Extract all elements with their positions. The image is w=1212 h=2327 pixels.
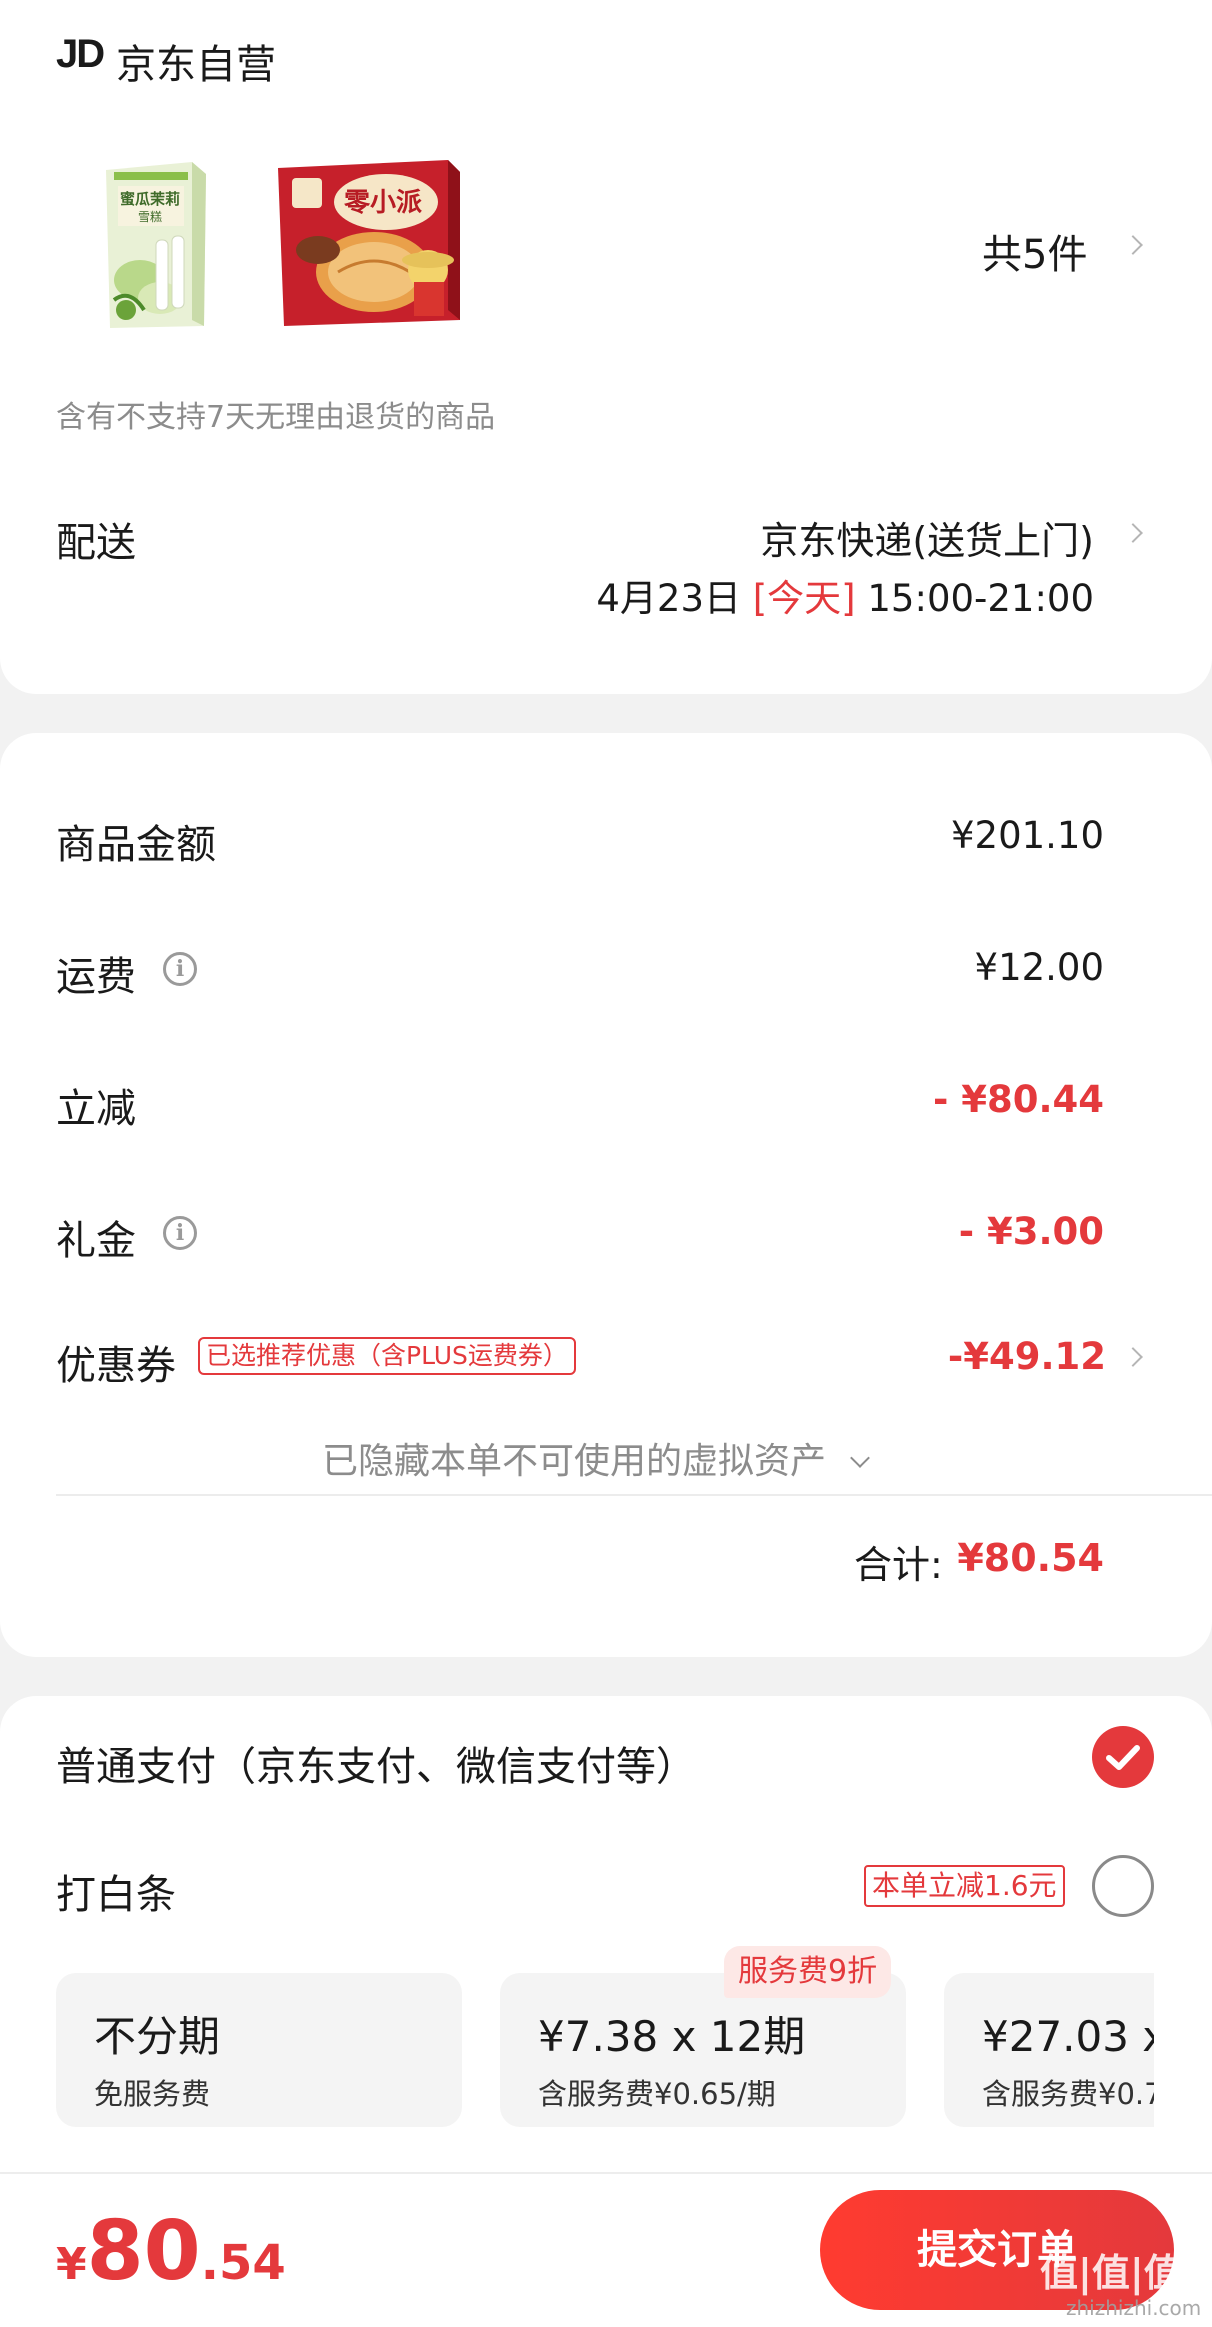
delivery-time-window: 15:00-21:00: [867, 577, 1094, 620]
baitiao-label[interactable]: 打白条: [56, 1862, 176, 1920]
delivery-today-tag: [今天]: [752, 577, 856, 620]
footer-currency: ¥: [56, 2239, 87, 2290]
return-policy-notice: 含有不支持7天无理由退货的商品: [56, 400, 496, 435]
shipping-info-icon[interactable]: i: [163, 952, 197, 986]
subtotal-label: 商品金额: [56, 822, 216, 868]
footer-amount-dec: .54: [200, 2235, 286, 2291]
price-divider: [56, 1494, 1212, 1496]
coupon-recommended-tag[interactable]: 已选推荐优惠（含PLUS运费券）: [198, 1337, 576, 1375]
service-fee-badge: 服务费9折: [724, 1946, 892, 1998]
installment-none-main: 不分期: [94, 2012, 221, 2061]
delivery-method[interactable]: 京东快递(送货上门): [760, 510, 1094, 565]
installment-option-none[interactable]: 不分期 免服务费: [56, 1973, 462, 2127]
delivery-time-row[interactable]: 4月23日 [今天] 15:00-21:00: [596, 568, 1094, 622]
installment-scroll-clip: ¥27.03 x 3期 含服务费¥0.72/期: [944, 1973, 1154, 2127]
product-lingxiaopai-label: 零小派: [344, 188, 423, 218]
product-image-lingxiaopai[interactable]: 零小派: [278, 160, 460, 326]
installment-none-sub: 免服务费: [94, 2077, 211, 2111]
check-icon: [1106, 1745, 1140, 1770]
hidden-assets-text: 已隐藏本单不可使用的虚拟资产: [322, 1441, 827, 1482]
hidden-assets-toggle[interactable]: 已隐藏本单不可使用的虚拟资产: [322, 1432, 871, 1484]
jd-logo: JD: [56, 32, 105, 76]
installment-option-3[interactable]: ¥27.03 x 3期 含服务费¥0.72/期: [944, 1973, 1154, 2127]
total-value: ¥80.54: [957, 1536, 1104, 1580]
instant-discount-value: - ¥80.44: [932, 1078, 1104, 1121]
product-image-melon[interactable]: 蜜瓜茉莉 雪糕: [100, 160, 210, 330]
installment-3-main: ¥27.03 x 3期: [982, 2012, 1154, 2061]
coupon-value[interactable]: -¥49.12: [948, 1335, 1106, 1378]
gift-money-label: 礼金: [56, 1218, 136, 1264]
price-card: [0, 733, 1212, 1657]
total-label: 合计:: [854, 1543, 943, 1587]
product-melon-label: 蜜瓜茉莉: [120, 190, 181, 208]
watermark-url: zhizhizhi.com: [1066, 2296, 1202, 2320]
installment-12-main: ¥7.38 x 12期: [538, 2012, 806, 2061]
normal-payment-checkbox[interactable]: [1092, 1726, 1154, 1788]
gift-money-value: - ¥3.00: [958, 1210, 1104, 1253]
watermark-logo: 值|值|值: [1040, 2251, 1182, 2295]
delivery-date: 4月23日: [596, 577, 741, 620]
footer-total: ¥80.54: [56, 2204, 286, 2299]
instant-discount-label: 立减: [56, 1086, 136, 1132]
chevron-down-icon: [850, 1448, 871, 1468]
installment-3-sub: 含服务费¥0.72/期: [982, 2077, 1154, 2111]
coupon-label[interactable]: 优惠券: [56, 1333, 176, 1391]
product-melon-sublabel: 雪糕: [138, 210, 163, 224]
baitiao-radio[interactable]: [1092, 1855, 1154, 1917]
installment-12-sub: 含服务费¥0.65/期: [538, 2077, 776, 2111]
gift-money-info-icon[interactable]: i: [163, 1216, 197, 1250]
footer-amount-int: 80: [86, 2204, 201, 2299]
delivery-label: 配送: [56, 520, 136, 566]
product-image-melon-art: [106, 162, 206, 328]
store-name: 京东自营: [116, 42, 276, 88]
baitiao-discount-tag: 本单立减1.6元: [864, 1865, 1065, 1907]
subtotal-value: ¥201.10: [950, 814, 1104, 857]
normal-payment-label[interactable]: 普通支付（京东支付、微信支付等）: [56, 1734, 696, 1792]
product-count[interactable]: 共5件: [982, 222, 1087, 280]
shipping-value: ¥12.00: [974, 946, 1104, 989]
shipping-label: 运费: [56, 954, 136, 1000]
